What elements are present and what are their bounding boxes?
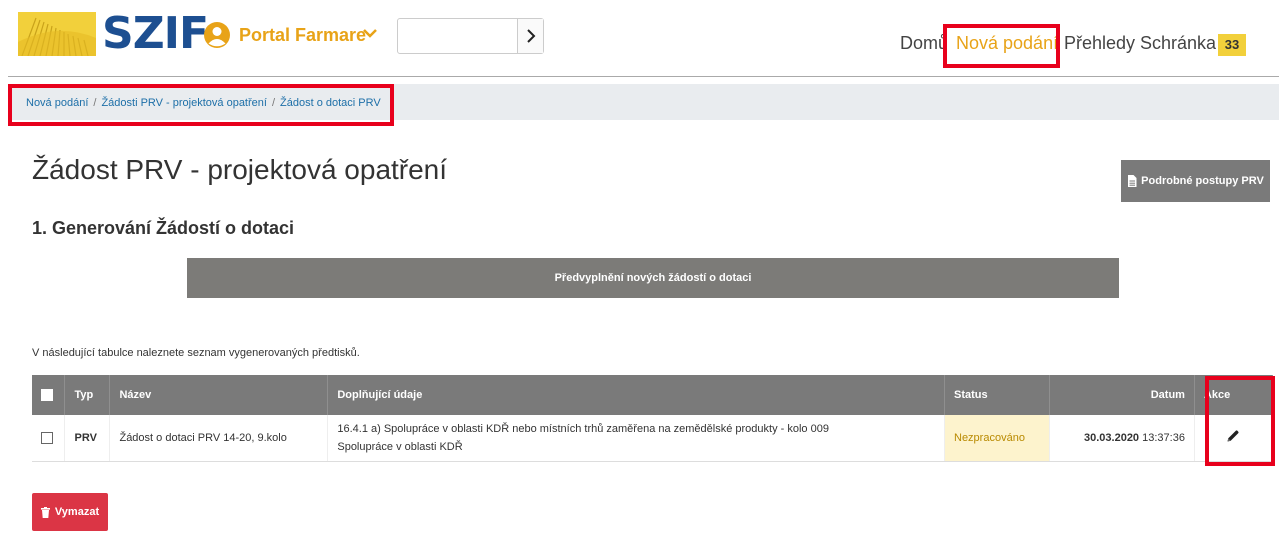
- pencil-icon[interactable]: [1226, 429, 1240, 443]
- nav-inbox[interactable]: Schránka: [1140, 32, 1216, 54]
- row-status: Nezpracováno: [944, 415, 1050, 462]
- breadcrumb-item-new-submissions[interactable]: Nová podání: [26, 97, 88, 109]
- inbox-count-badge[interactable]: 33: [1218, 34, 1246, 56]
- column-header-actions: Akce: [1194, 375, 1274, 415]
- row-checkbox[interactable]: [41, 431, 53, 444]
- select-all-checkbox[interactable]: [41, 389, 53, 402]
- row-details-line1: 16.4.1 a) Spolupráce v oblasti KDŘ nebo …: [337, 422, 829, 435]
- row-actions: [1194, 415, 1274, 462]
- column-header-status[interactable]: Status: [944, 375, 1050, 415]
- page-title: Žádost PRV - projektová opatření: [32, 154, 448, 185]
- row-select-cell: [32, 415, 66, 462]
- user-circle-icon[interactable]: [202, 20, 232, 50]
- guide-button-label: Podrobné postupy PRV: [1141, 175, 1264, 187]
- header-divider: [8, 76, 1279, 77]
- column-header-details[interactable]: Doplňující údaje: [327, 375, 945, 415]
- nav-home[interactable]: Domů: [900, 32, 948, 54]
- breadcrumb-item-prv-grant-application[interactable]: Žádost o dotaci PRV: [280, 97, 381, 109]
- chevron-down-icon[interactable]: [362, 26, 378, 40]
- nav-overviews[interactable]: Přehledy: [1064, 32, 1135, 54]
- nav-new-submissions[interactable]: Nová podání: [956, 32, 1058, 54]
- wheat-field-icon: [18, 12, 96, 56]
- document-icon: [1128, 175, 1137, 187]
- portal-menu-label[interactable]: Portal Farmare: [239, 22, 366, 48]
- chevron-right-icon: [526, 29, 535, 43]
- logo-text[interactable]: SZIF: [102, 8, 209, 60]
- row-details: 16.4.1 a) Spolupráce v oblasti KDŘ nebo …: [327, 415, 945, 462]
- table-row: PRV Žádost o dotaci PRV 14-20, 9.kolo 16…: [32, 415, 1274, 462]
- applications-table: Typ Název Doplňující údaje Status Datum …: [32, 375, 1274, 462]
- breadcrumb-item-prv-project-measures[interactable]: Žádosti PRV - projektová opatření: [101, 97, 267, 109]
- row-date: 30.03.2020 13:37:36: [1049, 415, 1195, 462]
- column-header-name[interactable]: Název: [109, 375, 329, 415]
- header-select-all[interactable]: [32, 375, 66, 415]
- breadcrumb-separator: /: [93, 97, 97, 109]
- table-header-row: Typ Název Doplňující údaje Status Datum …: [32, 375, 1274, 415]
- guide-button[interactable]: Podrobné postupy PRV: [1121, 160, 1270, 202]
- breadcrumb: Nová podání / Žádosti PRV - projektová opa…: [26, 95, 381, 111]
- row-details-line2: Spolupráce v oblasti KDŘ: [337, 440, 463, 453]
- delete-button-label: Vymazat: [54, 506, 100, 518]
- trash-icon: [40, 506, 50, 518]
- prefill-applications-button[interactable]: Předvyplnění nových žádostí o dotaci: [187, 258, 1119, 298]
- column-header-date[interactable]: Datum: [1049, 375, 1195, 415]
- breadcrumb-separator: /: [271, 97, 276, 109]
- row-date-day: 30.03.2020: [1084, 431, 1140, 444]
- row-date-time: 13:37:36: [1142, 431, 1185, 444]
- row-type: PRV: [64, 415, 111, 462]
- row-name: Žádost o dotaci PRV 14-20, 9.kolo: [109, 415, 329, 462]
- delete-button[interactable]: Vymazat: [32, 493, 108, 531]
- section-title: 1. Generování Žádostí o dotaci: [32, 218, 295, 238]
- intro-text: V následující tabulce naleznete seznam v…: [32, 347, 360, 359]
- header: SZIF Portal Farmare Domů Nová podání Pře…: [0, 0, 1279, 78]
- search-submit-button[interactable]: [517, 19, 543, 53]
- column-header-type[interactable]: Typ: [64, 375, 111, 415]
